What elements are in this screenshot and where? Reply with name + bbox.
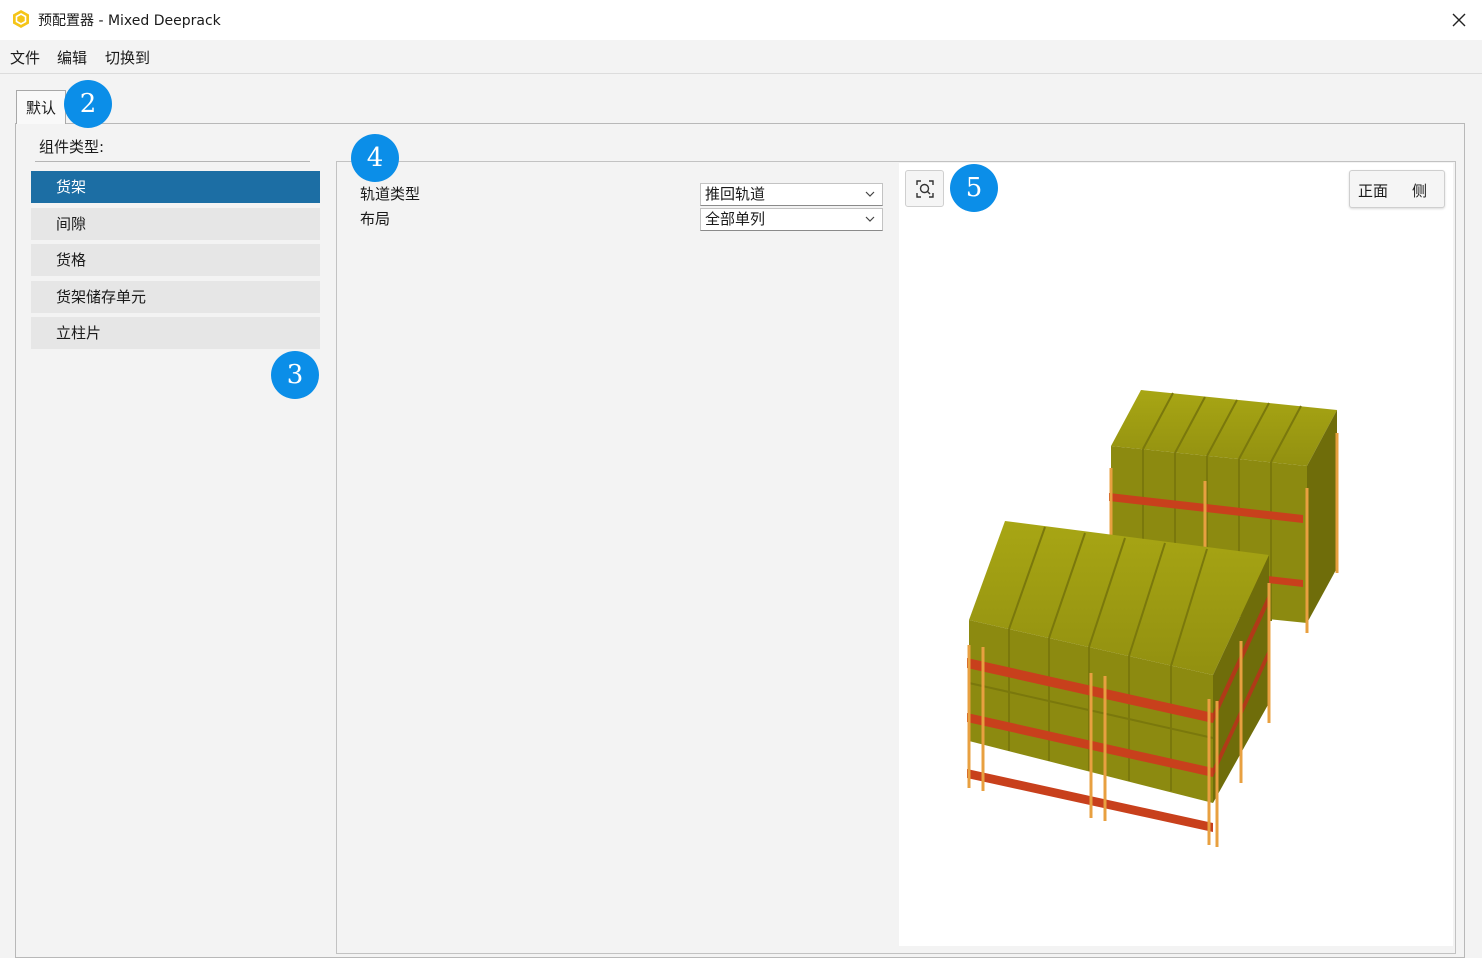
callout-badge-3: 3: [271, 351, 319, 399]
component-item-bay[interactable]: 货格: [31, 244, 320, 276]
menu-file[interactable]: 文件: [10, 47, 40, 68]
component-item-upright-frame[interactable]: 立柱片: [31, 317, 320, 349]
track-type-value: 推回轨道: [705, 185, 766, 203]
component-item-rack[interactable]: 货架: [31, 171, 320, 203]
side-view-label: 侧: [1412, 182, 1428, 200]
callout-badge-2: 2: [64, 80, 112, 128]
menu-bar: 文件 编辑 切换到: [0, 40, 1482, 74]
menu-edit[interactable]: 编辑: [57, 47, 87, 68]
callout-badge-5: 5: [950, 164, 998, 212]
app-logo-icon: [13, 10, 29, 28]
property-label-track-type: 轨道类型: [360, 185, 421, 203]
3d-viewport[interactable]: [899, 163, 1453, 946]
chevron-down-icon: [865, 216, 875, 222]
view-orientation-button[interactable]: 正面 侧: [1349, 170, 1445, 208]
component-item-clearance[interactable]: 间隙: [31, 208, 320, 240]
callout-badge-4: 4: [351, 134, 399, 182]
close-button[interactable]: [1444, 5, 1474, 35]
divider: [35, 161, 310, 162]
close-icon: [1452, 13, 1466, 27]
tab-default[interactable]: 默认: [16, 90, 66, 124]
track-type-dropdown[interactable]: 推回轨道: [700, 183, 883, 206]
window-title: 预配置器 - Mixed Deeprack: [38, 13, 221, 29]
menu-switch-to[interactable]: 切换到: [105, 47, 150, 68]
chevron-down-icon: [865, 191, 875, 197]
component-item-storage-unit[interactable]: 货架储存单元: [31, 281, 320, 313]
zoom-fit-button[interactable]: [905, 170, 944, 207]
rack-front: [967, 521, 1271, 847]
front-view-label: 正面: [1358, 182, 1389, 200]
rack-3d-preview: [967, 390, 1339, 847]
component-types-heading: 组件类型:: [39, 138, 105, 156]
title-bar: 预配置器 - Mixed Deeprack: [0, 0, 1482, 40]
layout-value: 全部单列: [705, 210, 766, 228]
property-label-layout: 布局: [360, 210, 391, 228]
layout-dropdown[interactable]: 全部单列: [700, 208, 883, 231]
zoom-fit-icon: [915, 179, 934, 198]
